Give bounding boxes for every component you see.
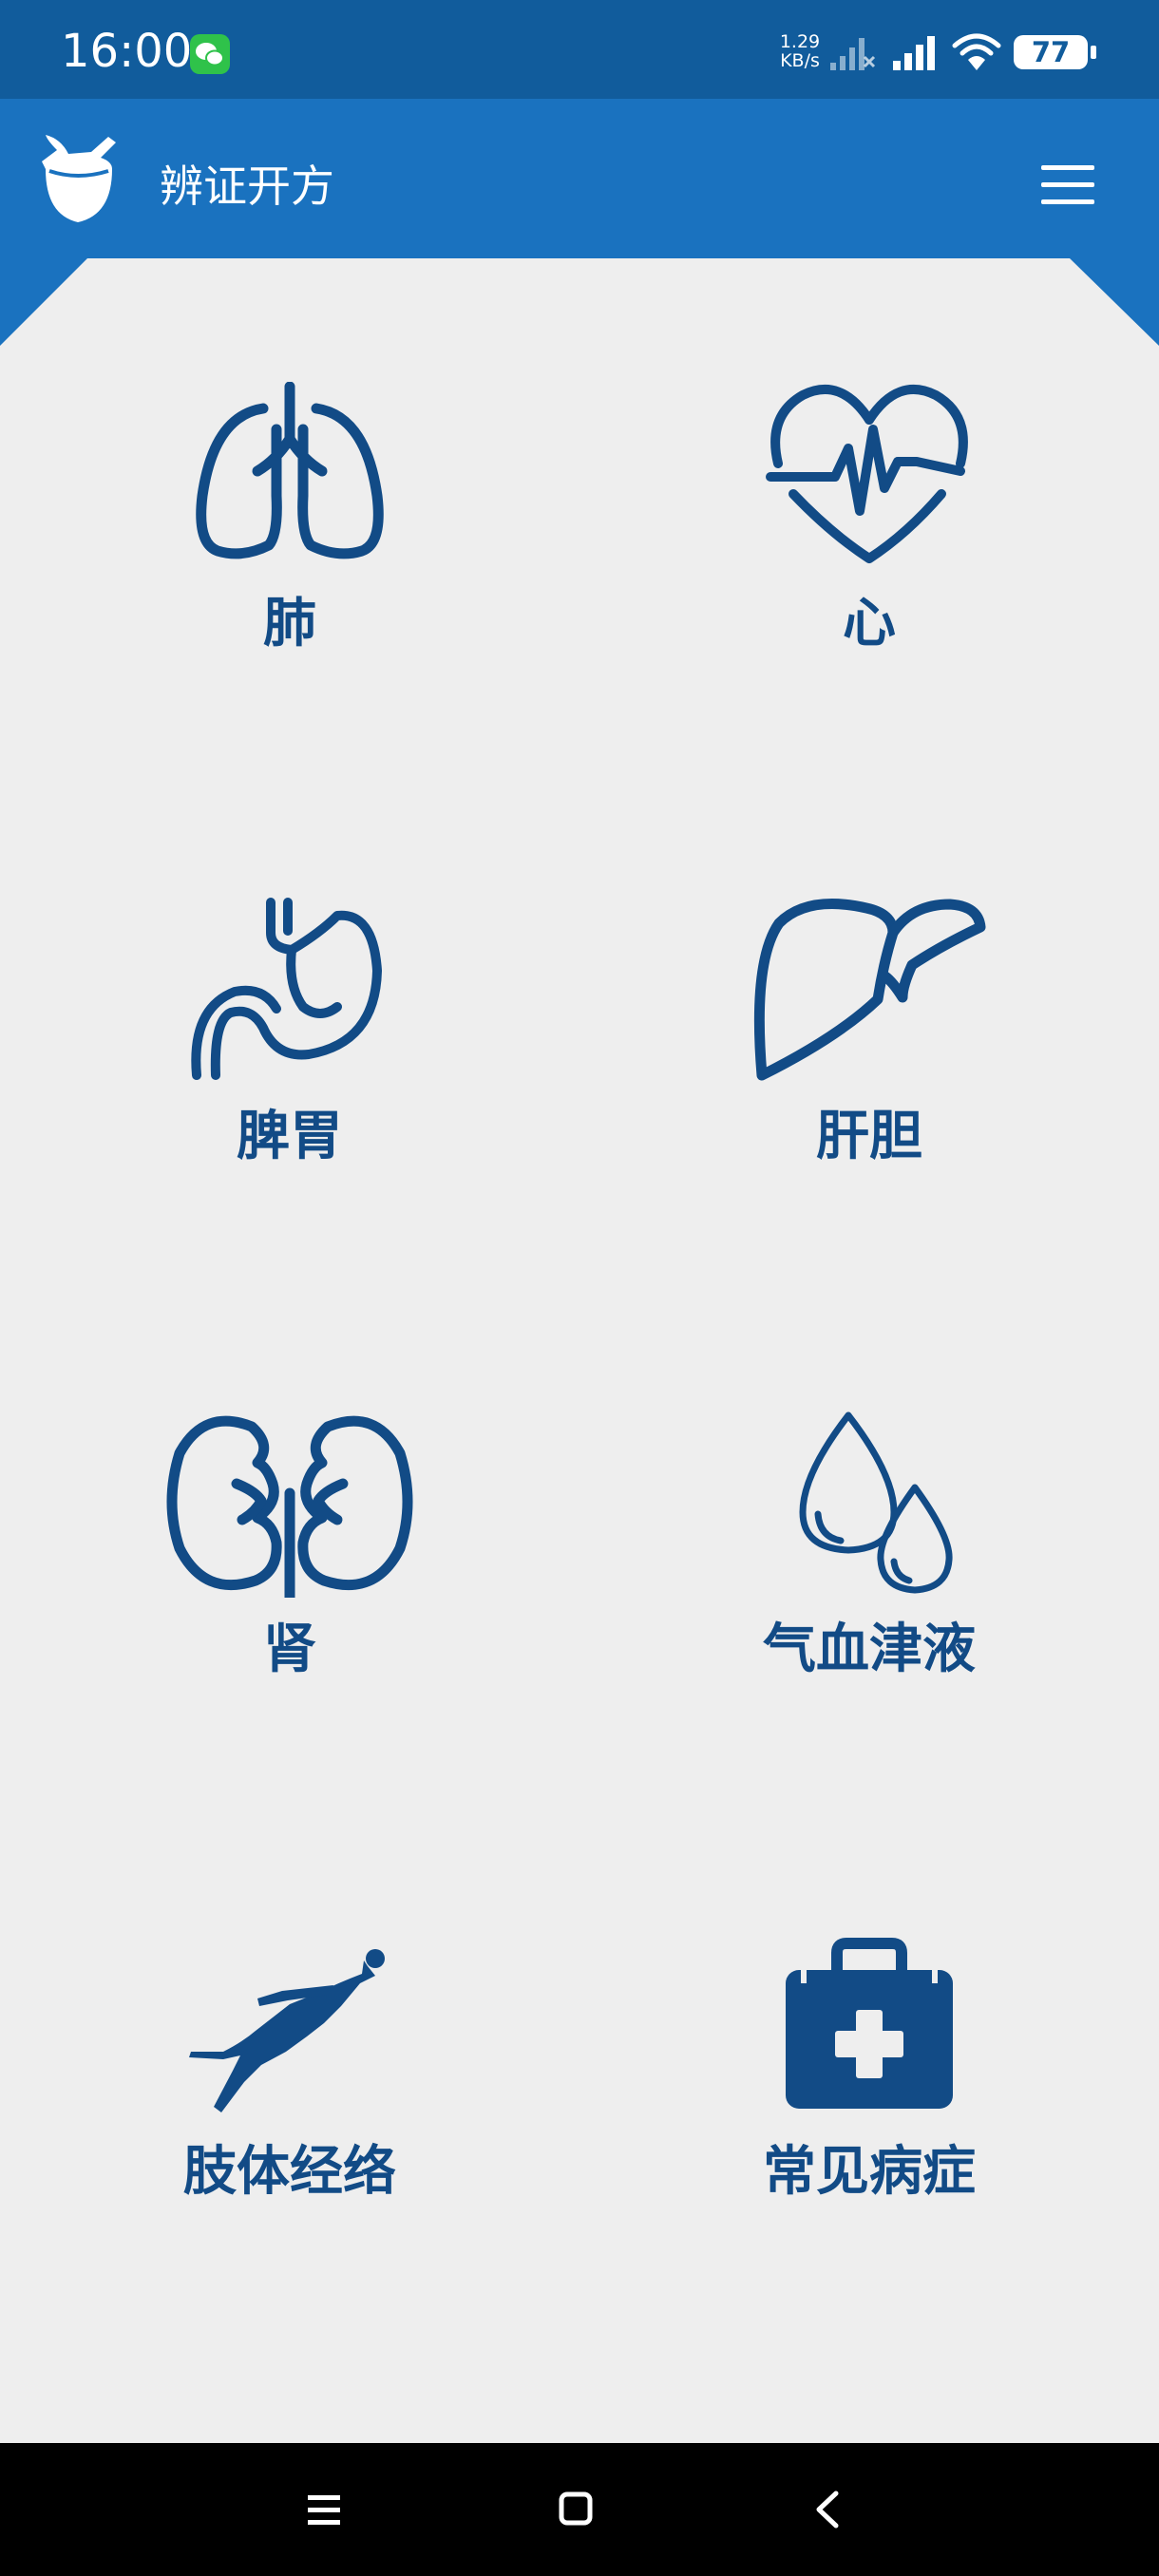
- category-limbs-meridians[interactable]: 肢体经络: [71, 1930, 508, 2272]
- lungs-icon: [196, 382, 384, 559]
- category-label-common-diseases: 常见病症: [763, 2141, 976, 2203]
- category-label-heart: 心: [843, 593, 896, 654]
- category-label-lungs: 肺: [263, 593, 316, 654]
- menu-button[interactable]: [1034, 152, 1110, 218]
- status-time: 16:00: [61, 25, 193, 78]
- back-icon: [816, 2491, 839, 2529]
- category-qi-blood-fluids[interactable]: 气血津液: [651, 1408, 1088, 1750]
- category-lungs[interactable]: 肺: [71, 382, 508, 724]
- hamburger-menu-icon: [1041, 165, 1094, 204]
- home-icon: [559, 2491, 593, 2526]
- droplets-icon: [799, 1411, 953, 1594]
- status-bar: 16:00 1.29 KB/s 77: [0, 0, 1159, 99]
- cellular-signal-icon: [893, 36, 935, 70]
- stomach-icon: [191, 898, 382, 1080]
- first-aid-kit-icon: [786, 1938, 953, 2109]
- category-heart[interactable]: 心: [651, 382, 1088, 724]
- back-button[interactable]: [790, 2476, 866, 2543]
- liver-icon: [753, 899, 986, 1081]
- app-title: 辨证开方: [160, 161, 334, 212]
- category-label-liver-gallbladder: 肝胆: [816, 1106, 922, 1167]
- kidneys-icon: [166, 1415, 413, 1598]
- sim-signal-no-service-icon: [830, 38, 876, 70]
- category-label-limbs-meridians: 肢体经络: [183, 2141, 396, 2203]
- category-label-spleen-stomach: 脾胃: [237, 1106, 343, 1167]
- recent-apps-icon: [308, 2495, 340, 2525]
- battery-level: 77: [1031, 36, 1071, 68]
- category-kidney[interactable]: 肾: [71, 1408, 508, 1750]
- recent-apps-button[interactable]: [285, 2476, 361, 2543]
- heart-pulse-icon: [766, 384, 968, 563]
- network-speed-unit: KB/s: [780, 50, 820, 71]
- category-liver-gallbladder[interactable]: 肝胆: [651, 895, 1088, 1237]
- category-label-kidney: 肾: [263, 1619, 316, 1680]
- category-common-diseases[interactable]: 常见病症: [651, 1930, 1088, 2272]
- category-spleen-stomach[interactable]: 脾胃: [71, 895, 508, 1237]
- wifi-icon: [952, 33, 1001, 70]
- network-speed-value: 1.29: [779, 31, 821, 52]
- wechat-notification-icon: [190, 34, 230, 74]
- screen: 16:00 1.29 KB/s 77 辨证开方 肺 心 脾胃 肝胆 肾 气血津液…: [0, 0, 1159, 2576]
- network-speed: 1.29 KB/s: [771, 32, 828, 70]
- mortar-pestle-icon: [42, 135, 116, 222]
- home-button[interactable]: [538, 2476, 614, 2543]
- system-navigation-bar: [0, 2443, 1159, 2576]
- category-label-qi-blood-fluids: 气血津液: [763, 1619, 976, 1680]
- human-body-icon: [189, 1949, 385, 2112]
- category-grid: 肺 心 脾胃 肝胆 肾 气血津液 肢体经络 常见病症: [0, 258, 1159, 2443]
